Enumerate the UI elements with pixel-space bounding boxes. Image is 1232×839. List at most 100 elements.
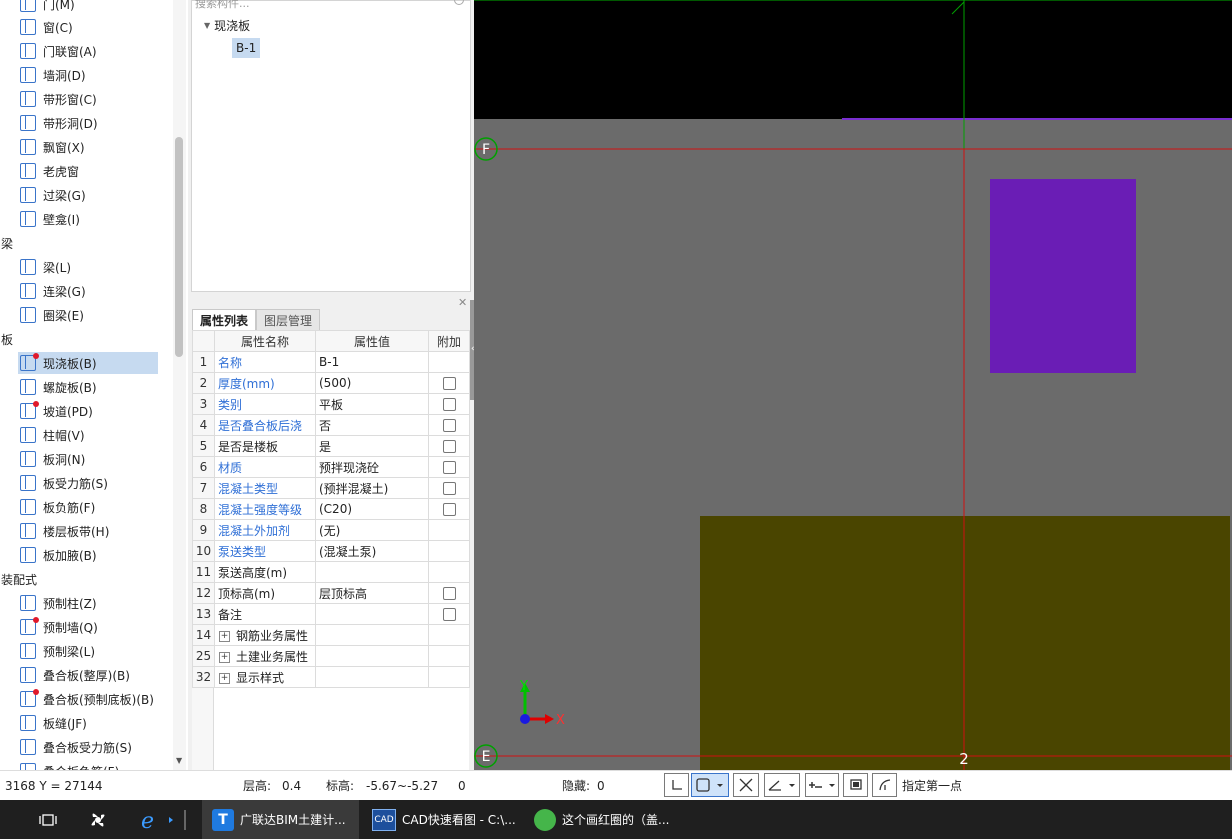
sidebar-item[interactable]: 预制梁(L) <box>18 640 158 662</box>
table-row[interactable]: 1 名称 B-1 <box>192 351 470 373</box>
pinned-app-fan[interactable] <box>87 800 111 839</box>
taskbar-app-browser[interactable]: 这个画红圈的（盖... <box>524 800 681 839</box>
property-value[interactable]: (混凝土泵) <box>315 540 429 562</box>
extra-checkbox[interactable] <box>442 587 456 600</box>
property-value[interactable]: 否 <box>315 414 429 436</box>
sidebar-item[interactable]: 叠合板(整厚)(B) <box>18 664 158 686</box>
category-heading[interactable]: 梁 <box>1 232 13 254</box>
sidebar-item[interactable]: 带形洞(D) <box>18 112 158 134</box>
expand-icon[interactable]: + <box>219 630 230 642</box>
sidebar-item[interactable]: 壁龛(I) <box>18 208 158 230</box>
property-value[interactable]: 层顶标高 <box>315 582 429 604</box>
cross-snap-button[interactable] <box>733 773 759 797</box>
arc-tool-button[interactable] <box>872 773 897 797</box>
sidebar-item[interactable]: 板洞(N) <box>18 448 158 470</box>
display-toggle-button[interactable] <box>843 773 868 797</box>
dimension-dropdown-button[interactable] <box>805 773 839 797</box>
taskbar-app-glodon[interactable]: T 广联达BIM土建计... <box>202 800 359 839</box>
table-row[interactable]: 32 + 显示样式 <box>192 666 470 688</box>
sidebar-item[interactable]: 门联窗(A) <box>18 40 158 62</box>
sidebar-item[interactable]: 圈梁(E) <box>18 304 158 326</box>
sidebar-item[interactable]: 预制柱(Z) <box>18 592 158 614</box>
sidebar-item[interactable]: 预制墙(Q) <box>18 616 158 638</box>
extra-checkbox[interactable] <box>442 482 456 495</box>
sidebar-item[interactable]: 叠合板(预制底板)(B) <box>18 688 158 710</box>
left-scrollbar[interactable] <box>173 0 186 770</box>
property-value[interactable]: 预拌现浇砼 <box>315 456 429 478</box>
table-row[interactable]: 8 混凝土强度等级 (C20) <box>192 498 470 520</box>
table-row[interactable]: 11 泵送高度(m) <box>192 561 470 583</box>
close-icon[interactable]: ✕ <box>458 296 467 309</box>
left-scrollbar-thumb[interactable] <box>175 137 183 357</box>
property-value[interactable]: (预拌混凝土) <box>315 477 429 499</box>
extra-checkbox[interactable] <box>442 440 456 453</box>
scroll-down-icon[interactable]: ▼ <box>176 756 182 765</box>
sidebar-item[interactable]: 板受力筋(S) <box>18 472 158 494</box>
table-row[interactable]: 9 混凝土外加剂 (无) <box>192 519 470 541</box>
table-row[interactable]: 13 备注 <box>192 603 470 625</box>
angle-dropdown-button[interactable] <box>764 773 800 797</box>
expand-icon[interactable]: ▼ <box>204 21 210 30</box>
sidebar-item[interactable]: 老虎窗 <box>18 160 158 182</box>
extra-checkbox[interactable] <box>442 608 456 621</box>
ortho-button[interactable] <box>664 773 689 797</box>
property-value[interactable] <box>315 624 429 646</box>
expand-icon[interactable]: + <box>219 651 230 663</box>
sidebar-item[interactable]: 连梁(G) <box>18 280 158 302</box>
property-value[interactable] <box>315 561 429 583</box>
table-row[interactable]: 6 材质 预拌现浇砼 <box>192 456 470 478</box>
table-row[interactable]: 25 + 土建业务属性 <box>192 645 470 667</box>
sidebar-item[interactable]: 螺旋板(B) <box>18 376 158 398</box>
sidebar-item[interactable]: 门(M) <box>18 0 158 15</box>
task-view-button[interactable] <box>38 800 60 839</box>
sidebar-item[interactable]: 飘窗(X) <box>18 136 158 158</box>
property-value[interactable]: 平板 <box>315 393 429 415</box>
table-row[interactable]: 2 厚度(mm) (500) <box>192 372 470 394</box>
property-value[interactable] <box>315 603 429 625</box>
sidebar-item[interactable]: 叠合板受力筋(S) <box>18 736 158 758</box>
property-value[interactable]: B-1 <box>315 351 429 373</box>
tab-properties[interactable]: 属性列表 <box>192 309 257 330</box>
extra-checkbox[interactable] <box>442 419 456 432</box>
table-row[interactable]: 5 是否是楼板 是 <box>192 435 470 457</box>
tree-node-root[interactable]: ▼ 现浇板 <box>204 15 250 35</box>
snap-dropdown-button[interactable] <box>691 773 729 797</box>
sidebar-item[interactable]: 柱帽(V) <box>18 424 158 446</box>
table-row[interactable]: 3 类别 平板 <box>192 393 470 415</box>
extra-checkbox[interactable] <box>442 398 456 411</box>
sidebar-item[interactable]: 梁(L) <box>18 256 158 278</box>
expand-icon[interactable]: + <box>219 672 230 684</box>
pinned-app-ie[interactable]: e <box>139 800 179 839</box>
property-value[interactable]: 是 <box>315 435 429 457</box>
sidebar-item[interactable]: 板加腋(B) <box>18 544 158 566</box>
property-value[interactable] <box>315 645 429 667</box>
olive-slab[interactable] <box>700 516 1230 770</box>
property-value[interactable]: (C20) <box>315 498 429 520</box>
sidebar-item[interactable]: 墙洞(D) <box>18 64 158 86</box>
extra-checkbox[interactable] <box>442 461 456 474</box>
sidebar-item[interactable]: 坡道(PD) <box>18 400 158 422</box>
sidebar-item[interactable]: 窗(C) <box>18 16 158 38</box>
search-input[interactable]: 搜索构件... <box>192 0 470 10</box>
sidebar-item[interactable]: 叠合板负筋(F) <box>18 760 158 770</box>
extra-checkbox[interactable] <box>442 377 456 390</box>
tree-node-b1[interactable]: B-1 <box>232 38 261 58</box>
sidebar-item[interactable]: 过梁(G) <box>18 184 158 206</box>
table-row[interactable]: 14 + 钢筋业务属性 <box>192 624 470 646</box>
drawing-canvas[interactable]: F E 2 Y X <box>474 0 1232 770</box>
category-heading[interactable]: 板 <box>1 328 13 350</box>
property-value[interactable]: (无) <box>315 519 429 541</box>
property-value[interactable] <box>315 666 429 688</box>
sidebar-item[interactable]: 带形窗(C) <box>18 88 158 110</box>
sidebar-item[interactable]: 板负筋(F) <box>18 496 158 518</box>
sidebar-item[interactable]: 板缝(JF) <box>18 712 158 734</box>
category-heading[interactable]: 装配式 <box>1 568 37 590</box>
sidebar-item[interactable]: 楼层板带(H) <box>18 520 158 542</box>
table-row[interactable]: 10 泵送类型 (混凝土泵) <box>192 540 470 562</box>
table-row[interactable]: 4 是否叠合板后浇否 <box>192 414 470 436</box>
taskbar-app-cad[interactable]: CAD CAD快速看图 - C:\... <box>362 800 519 839</box>
property-value[interactable]: (500) <box>315 372 429 394</box>
table-row[interactable]: 7 混凝土类型 (预拌混凝土) <box>192 477 470 499</box>
purple-slab[interactable] <box>990 179 1136 373</box>
tab-layers[interactable]: 图层管理 <box>256 309 321 330</box>
